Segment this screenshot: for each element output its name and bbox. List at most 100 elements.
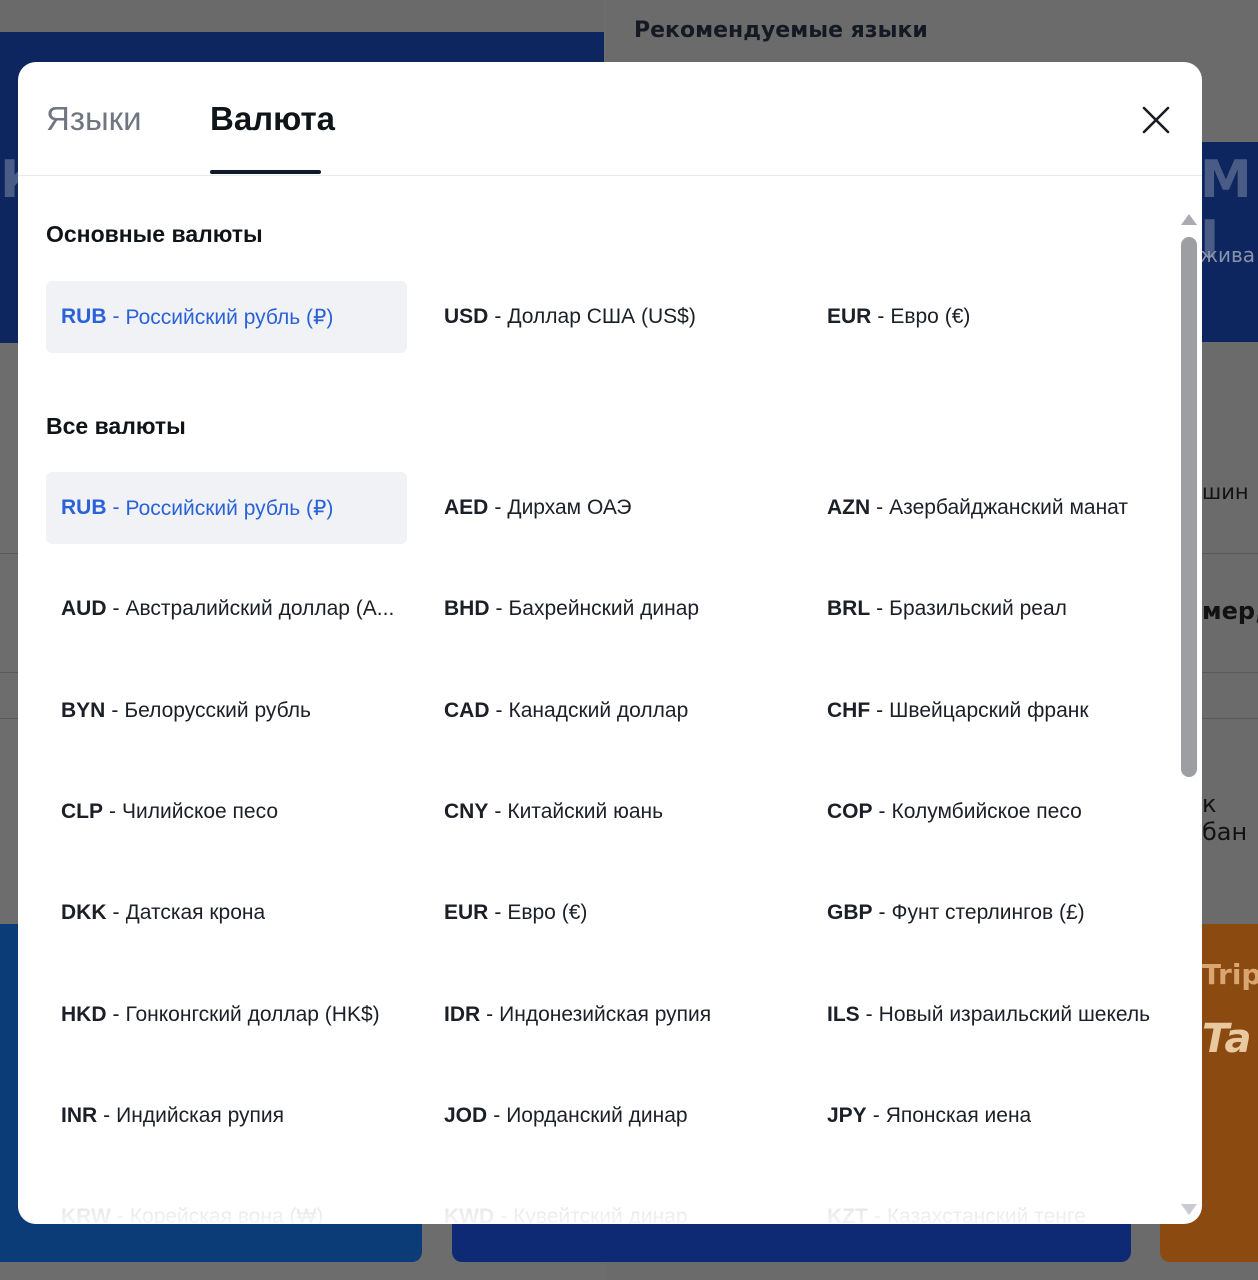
currency-code: CAD [444, 698, 490, 722]
currency-code: BYN [61, 698, 106, 722]
currency-code: ILS [827, 1002, 860, 1026]
currency-code: GBP [827, 901, 873, 925]
currency-code: CHF [827, 698, 871, 722]
currency-code: CLP [61, 799, 103, 823]
currency-name: Фунт стерлингов (£) [891, 901, 1085, 925]
currency-name: Австралийский доллар (A... [125, 597, 395, 621]
currency-code: BRL [827, 597, 871, 621]
currency-option-idr[interactable]: IDR - Индонезийская рупия [429, 979, 790, 1051]
currency-option-usd[interactable]: USD - Доллар США (US$) [429, 281, 790, 353]
currency-code: AUD [61, 597, 107, 621]
currency-option-inr[interactable]: INR - Индийская рупия [46, 1080, 407, 1152]
currency-option-hkd[interactable]: HKD - Гонконгский доллар (HK$) [46, 979, 407, 1051]
currency-name: Новый израильский шекель [878, 1002, 1151, 1026]
scroll-up-arrow-icon[interactable] [1181, 214, 1197, 225]
currency-code: EUR [827, 305, 872, 328]
currency-name: Белорусский рубль [124, 698, 311, 722]
currency-code: HKD [61, 1002, 107, 1026]
close-button[interactable] [1138, 102, 1174, 138]
currency-code: RUB [61, 305, 107, 328]
currency-code: DKK [61, 901, 107, 925]
currency-option-gbp[interactable]: GBP - Фунт стерлингов (£) [812, 877, 1173, 949]
currency-code: RUB [61, 496, 107, 519]
currency-name: Кувейтский динар [513, 1205, 688, 1224]
currency-code: JOD [444, 1103, 488, 1127]
currency-separator: - [493, 1103, 501, 1127]
scrollbar-thumb[interactable] [1181, 237, 1197, 777]
currency-option-dkk[interactable]: DKK - Датская крона [46, 877, 407, 949]
currency-option-krw[interactable]: KRW - Корейская вона (₩) [46, 1181, 407, 1224]
currency-option-clp[interactable]: CLP - Чилийское песо [46, 776, 407, 848]
currency-separator: - [878, 901, 886, 925]
currency-option-eur[interactable]: EUR - Евро (€) [429, 877, 790, 949]
currency-name: Датская крона [125, 901, 266, 925]
currency-code: USD [444, 305, 489, 328]
currency-option-rub[interactable]: RUB - Российский рубль (₽) [46, 281, 407, 353]
currency-name: Доллар США (US$) [507, 305, 696, 328]
scroll-down-arrow-icon[interactable] [1181, 1204, 1197, 1215]
currency-option-jpy[interactable]: JPY - Японская иена [812, 1080, 1173, 1152]
currency-option-eur[interactable]: EUR - Евро (€) [812, 281, 1173, 353]
currency-separator: - [112, 597, 120, 621]
currency-separator: - [112, 1002, 120, 1026]
currency-separator: - [486, 1002, 494, 1026]
close-x-icon [1142, 106, 1170, 134]
currency-option-rub[interactable]: RUB - Российский рубль (₽) [46, 472, 407, 544]
currency-code: EUR [444, 901, 489, 925]
currency-separator: - [876, 496, 884, 519]
currency-name: Азербайджанский манат [889, 496, 1128, 519]
currency-separator: - [876, 698, 884, 722]
currency-name: Швейцарский франк [889, 698, 1089, 722]
currency-option-cad[interactable]: CAD - Канадский доллар [429, 675, 790, 747]
language-currency-modal: Языки Валюта Основные валюты RUB - Российс… [18, 62, 1202, 1224]
currency-name: Бахрейнский динар [508, 597, 700, 621]
modal-header: Языки Валюта [18, 62, 1202, 176]
currency-option-jod[interactable]: JOD - Иорданский динар [429, 1080, 790, 1152]
currency-name: Гонконгский доллар (HK$) [125, 1002, 380, 1026]
currency-name: Корейская вона (₩) [129, 1205, 324, 1224]
currency-name: Индийская рупия [116, 1103, 285, 1127]
currency-name: Канадский доллар [508, 698, 689, 722]
currency-option-cop[interactable]: COP - Колумбийское песо [812, 776, 1173, 848]
currency-separator: - [103, 1103, 111, 1127]
currency-option-azn[interactable]: AZN - Азербайджанский манат [812, 472, 1173, 544]
currency-option-aud[interactable]: AUD - Австралийский доллар (A... [46, 573, 407, 645]
currency-code: AED [444, 496, 489, 519]
currency-separator: - [873, 1205, 881, 1224]
all-currencies-title: Все валюты [46, 413, 186, 439]
currency-name: Японская иена [885, 1103, 1032, 1127]
currency-separator: - [494, 496, 502, 519]
currency-list-body: Основные валюты RUB - Российский рубль (₽)… [18, 177, 1202, 1224]
currency-code: KRW [61, 1205, 111, 1224]
currency-option-bhd[interactable]: BHD - Бахрейнский динар [429, 573, 790, 645]
currency-separator: - [494, 799, 502, 823]
currency-separator: - [877, 305, 885, 328]
currency-option-kwd[interactable]: KWD - Кувейтский динар [429, 1181, 790, 1224]
currency-name: Иорданский динар [506, 1103, 688, 1127]
main-currencies-title: Основные валюты [46, 221, 263, 247]
tab-currency[interactable]: Валюта [210, 100, 335, 138]
currency-name: Китайский юань [507, 799, 664, 823]
currency-option-chf[interactable]: CHF - Швейцарский франк [812, 675, 1173, 747]
currency-option-cny[interactable]: CNY - Китайский юань [429, 776, 790, 848]
currency-option-brl[interactable]: BRL - Бразильский реал [812, 573, 1173, 645]
currency-separator: - [109, 799, 116, 823]
currency-code: JPY [827, 1103, 867, 1127]
active-tab-indicator [210, 170, 321, 174]
currency-option-ils[interactable]: ILS - Новый израильский шекель [812, 979, 1173, 1051]
bg-right-text-3: к бан [1202, 790, 1248, 846]
currency-name: Евро (€) [890, 305, 971, 328]
currency-code: KZT [827, 1205, 868, 1224]
bg-top-strip [0, 0, 604, 32]
tab-languages[interactable]: Языки [46, 100, 142, 138]
currency-name: Дирхам ОАЭ [507, 496, 632, 519]
currency-option-aed[interactable]: AED - Дирхам ОАЭ [429, 472, 790, 544]
currency-option-kzt[interactable]: KZT - Казахстанский тенге [812, 1181, 1173, 1224]
bg-right-hero-subtext: жива [1200, 243, 1256, 267]
currency-separator: - [112, 901, 120, 925]
currency-option-byn[interactable]: BYN - Белорусский рубль [46, 675, 407, 747]
currency-name: Бразильский реал [889, 597, 1067, 621]
currency-separator: - [112, 305, 120, 328]
currency-separator: - [495, 698, 503, 722]
currency-code: BHD [444, 597, 490, 621]
